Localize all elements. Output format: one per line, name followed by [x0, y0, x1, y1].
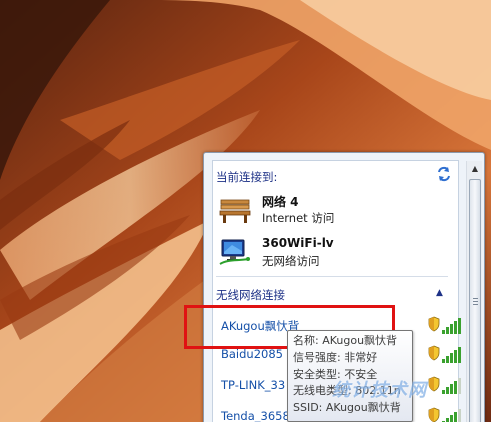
bench-network-icon: [218, 194, 252, 224]
network-name: 网络 4: [262, 195, 299, 209]
tooltip-name: 名称: AKugou飘忕背: [293, 334, 398, 347]
scrollbar[interactable]: ▲: [466, 161, 482, 422]
signal-strength-icon: [442, 378, 461, 394]
network-status: 无网络访问: [262, 254, 320, 268]
security-shield-icon: [428, 316, 440, 332]
network-status: Internet 访问: [262, 211, 335, 225]
signal-strength-icon: [442, 409, 461, 422]
signal-strength-icon: [442, 318, 461, 334]
wifi-network-name: TP-LINK_33: [221, 378, 286, 392]
connected-network-2[interactable]: 360WiFi-lv 无网络访问: [218, 235, 438, 271]
security-shield-icon: [428, 407, 440, 422]
current-connection-title: 当前连接到:: [216, 170, 278, 184]
scroll-thumb[interactable]: [469, 179, 481, 422]
network-name: 360WiFi-lv: [262, 236, 334, 250]
wifi-network-name: Baidu2085: [221, 347, 283, 361]
tooltip-radio-type: 无线电类型: 802.11n: [293, 384, 401, 398]
scroll-up-arrow-icon[interactable]: ▲: [467, 161, 483, 177]
refresh-icon[interactable]: [436, 166, 452, 182]
security-shield-icon: [428, 376, 440, 392]
tooltip-ssid: SSID: AKugou飘忕背: [293, 401, 401, 415]
wifi-network-name: Tenda_3658: [221, 409, 290, 422]
signal-strength-icon: [442, 347, 461, 363]
collapse-chevron-icon[interactable]: ▲: [436, 288, 443, 298]
connected-network-1[interactable]: 网络 4 Internet 访问: [218, 192, 438, 228]
network-info-tooltip: 名称: AKugou飘忕背 信号强度: 非常好 安全类型: 不安全 无线电类型:…: [287, 330, 413, 422]
tooltip-security-type: 安全类型: 不安全: [293, 367, 378, 381]
scroll-grip-icon: [473, 298, 478, 306]
security-shield-icon: [428, 345, 440, 361]
monitor-network-icon: [218, 237, 252, 267]
wireless-section-title[interactable]: 无线网络连接: [216, 287, 285, 303]
section-divider: [216, 276, 448, 277]
tooltip-signal-strength: 信号强度: 非常好: [293, 350, 378, 364]
